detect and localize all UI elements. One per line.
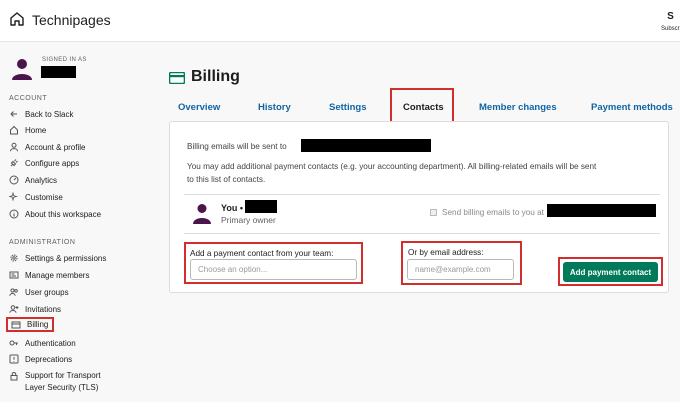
key-icon — [9, 340, 18, 346]
sidebar-item-about-workspace[interactable]: About this workspace — [9, 207, 101, 221]
sidebar-item-invitations[interactable]: Invitations — [9, 302, 61, 316]
sparkle-icon — [9, 192, 19, 202]
sidebar-item-customise[interactable]: Customise — [9, 190, 63, 204]
avatar — [12, 59, 32, 80]
sidebar-item-label: Manage members — [25, 270, 90, 280]
main-content: Billing Overview History Settings Contac… — [160, 42, 680, 402]
team-contact-select[interactable]: Choose an option... — [190, 259, 357, 280]
page-title: Billing — [191, 68, 240, 85]
users-icon — [9, 288, 18, 296]
sidebar-item-label: Back to Slack — [25, 109, 74, 119]
sidebar-item-account-profile[interactable]: Account & profile — [9, 140, 85, 154]
sidebar-item-label: Account & profile — [25, 142, 86, 152]
team-contact-label: Add a payment contact from your team: — [190, 249, 334, 258]
sidebar-item-home[interactable]: Home — [9, 123, 46, 137]
sidebar-item-label: Invitations — [25, 304, 62, 314]
redacted-username — [41, 66, 76, 78]
sidebar: SIGNED IN AS ACCOUNT Back to Slack Home … — [0, 42, 160, 402]
home-icon[interactable] — [9, 11, 25, 27]
tab-settings[interactable]: Settings — [329, 102, 366, 113]
gauge-icon — [9, 175, 19, 185]
administration-heading: ADMINISTRATION — [9, 239, 76, 246]
sidebar-item-analytics[interactable]: Analytics — [9, 173, 57, 187]
sidebar-item-label: Billing — [27, 320, 49, 329]
subscribe-icon: S — [667, 11, 674, 22]
divider — [184, 194, 660, 195]
plug-icon — [10, 159, 18, 167]
sidebar-item-label: Authentication — [25, 338, 76, 348]
sidebar-item-label: Home — [25, 125, 47, 135]
lock-icon — [10, 372, 18, 381]
sidebar-item-back-to-slack[interactable]: Back to Slack — [9, 107, 73, 121]
credit-card-icon — [169, 72, 185, 84]
sidebar-item-configure-apps[interactable]: Configure apps — [9, 156, 79, 170]
sidebar-item-authentication[interactable]: Authentication — [9, 336, 76, 350]
site-name[interactable]: Technipages — [32, 12, 111, 28]
arrow-left-icon — [10, 111, 17, 117]
tab-overview[interactable]: Overview — [178, 102, 220, 113]
sidebar-item-label: Settings & permissions — [25, 253, 107, 263]
tab-payment-methods[interactable]: Payment methods — [591, 102, 673, 113]
subscribe-label: Subscribe — [661, 26, 680, 32]
sidebar-item-label: Deprecations — [25, 354, 73, 364]
id-card-icon — [9, 271, 19, 279]
tls-label-line1: Support for Transport — [25, 371, 101, 380]
account-heading: ACCOUNT — [9, 95, 48, 102]
owner-name: You • — [221, 203, 243, 213]
redacted-owner-name — [245, 200, 277, 213]
redacted-owner-email — [547, 204, 656, 217]
gear-icon — [10, 254, 18, 262]
home-icon — [10, 125, 18, 135]
tls-label-line2: Layer Security (TLS) — [25, 383, 99, 392]
user-icon — [10, 142, 18, 152]
sidebar-item-label: Configure apps — [25, 158, 80, 168]
email-input[interactable]: name@example.com — [407, 259, 514, 280]
tab-member-changes[interactable]: Member changes — [479, 102, 557, 113]
signed-in-label: SIGNED IN AS — [42, 57, 87, 63]
add-user-icon — [9, 305, 19, 313]
sidebar-item-billing[interactable]: Billing — [6, 317, 55, 332]
redacted-email — [301, 139, 431, 152]
warning-icon — [9, 354, 19, 364]
top-bar: Technipages S Subscribe — [0, 0, 680, 42]
sidebar-item-label: Support for Transport Layer Security (TL… — [25, 370, 101, 394]
sidebar-item-settings-permissions[interactable]: Settings & permissions — [9, 251, 106, 265]
info-text-line1: You may add additional payment contacts … — [187, 162, 597, 171]
owner-role: Primary owner — [221, 215, 276, 225]
sidebar-item-label: Customise — [25, 192, 63, 202]
sidebar-item-deprecations[interactable]: Deprecations — [9, 352, 72, 366]
sidebar-item-label: About this workspace — [25, 209, 102, 219]
avatar — [193, 204, 211, 224]
contacts-card: Billing emails will be sent to You may a… — [169, 121, 669, 293]
subscribe-button[interactable]: S Subscribe — [661, 11, 680, 33]
sidebar-item-label: User groups — [25, 287, 69, 297]
billing-emails-text: Billing emails will be sent to — [187, 142, 287, 151]
divider — [184, 233, 660, 234]
send-billing-label: Send billing emails to you at — [442, 208, 544, 217]
sidebar-item-label: Analytics — [25, 175, 58, 185]
credit-card-icon — [11, 321, 21, 328]
info-text-line2: to this list of contacts. — [187, 175, 266, 184]
sidebar-item-user-groups[interactable]: User groups — [9, 285, 69, 299]
add-payment-contact-button[interactable]: Add payment contact — [563, 262, 658, 282]
tab-history[interactable]: History — [258, 102, 291, 113]
sidebar-item-tls-support[interactable]: Support for Transport Layer Security (TL… — [9, 370, 101, 394]
email-contact-label: Or by email address: — [408, 248, 484, 257]
sidebar-item-manage-members[interactable]: Manage members — [9, 268, 89, 282]
info-icon — [9, 209, 19, 219]
send-billing-checkbox[interactable] — [430, 209, 437, 216]
